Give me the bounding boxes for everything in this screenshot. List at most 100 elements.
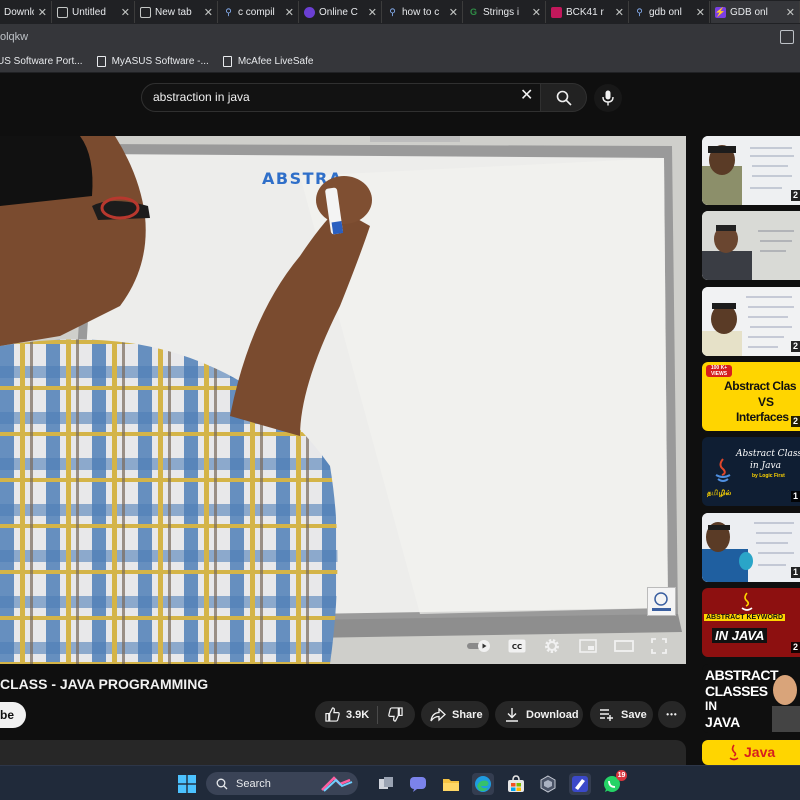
gear-icon xyxy=(545,639,559,653)
recommended-video-thumbnail[interactable]: 2 xyxy=(702,287,800,356)
pen-app-button[interactable] xyxy=(569,773,591,795)
bookmarks-bar: US Software Port... MyASUS Software -...… xyxy=(0,51,800,73)
tab-search-icon[interactable] xyxy=(780,30,794,44)
java-logo-icon xyxy=(729,744,739,761)
close-icon[interactable]: ✕ xyxy=(449,6,458,19)
windows-logo-icon xyxy=(178,775,196,793)
close-icon[interactable]: ✕ xyxy=(368,6,377,19)
subtitles-button[interactable]: CC xyxy=(506,628,528,664)
bookmark-mcafee[interactable]: McAfee LiveSafe xyxy=(222,56,313,67)
tab-untitled[interactable]: Untitled ✕ xyxy=(53,1,135,23)
recommended-video-thumbnail[interactable]: Abstract Classes in Java by Logic First … xyxy=(702,437,800,506)
fullscreen-icon xyxy=(651,638,667,654)
autoplay-icon xyxy=(467,640,490,652)
thumbnail-title-line: Interfaces xyxy=(736,410,789,424)
video-duration: 2 xyxy=(791,190,800,201)
compiler-icon xyxy=(304,6,315,18)
tab-gdb-online[interactable]: ⚡ GDB onl ✕ xyxy=(711,1,800,23)
thumbnail-title-line: ABSTRACT KEYWORD xyxy=(704,614,785,621)
subscribe-label: ibe xyxy=(0,708,14,722)
more-actions-button[interactable]: ••• xyxy=(658,701,686,728)
thumbnail-title-line: Abstract Clas xyxy=(724,379,797,393)
miniplayer-button[interactable] xyxy=(577,628,599,664)
tab-how-to[interactable]: ⚲ how to c ✕ xyxy=(383,1,463,23)
search-input[interactable] xyxy=(153,90,513,104)
search-icon: ⚲ xyxy=(636,6,643,17)
settings-button[interactable] xyxy=(541,628,563,664)
bookmark-myasus[interactable]: MyASUS Software -... xyxy=(96,56,209,67)
voice-search-button[interactable] xyxy=(594,84,622,112)
thumbnail-title-line: in Java xyxy=(750,461,781,471)
folder-icon xyxy=(443,779,459,791)
tab-bck41[interactable]: BCK41 r ✕ xyxy=(547,1,629,23)
recommended-video-thumbnail[interactable]: ABSTRACT CLASSES IN JAVA xyxy=(702,664,800,733)
download-button[interactable]: Download xyxy=(495,701,583,728)
search-box[interactable] xyxy=(141,83,541,112)
channel-watermark[interactable] xyxy=(647,587,676,616)
fullscreen-button[interactable] xyxy=(648,628,670,664)
tab-label: c compil xyxy=(238,6,275,18)
video-duration: 2 xyxy=(791,642,800,653)
like-count[interactable]: 3.9K xyxy=(346,709,369,721)
like-icon[interactable] xyxy=(325,707,340,722)
address-bar[interactable]: olqkw xyxy=(0,24,800,51)
recommended-video-thumbnail[interactable]: Java xyxy=(702,740,800,765)
close-icon[interactable]: ✕ xyxy=(786,6,795,19)
autoplay-toggle[interactable] xyxy=(466,628,492,664)
tab-label: Online C xyxy=(319,6,358,18)
thumbnail-title-line: CLASSES xyxy=(705,683,768,699)
teams-chat-button[interactable] xyxy=(407,773,429,795)
bookmark-asus-portal[interactable]: US Software Port... xyxy=(0,56,83,67)
tab-strings[interactable]: G Strings i ✕ xyxy=(464,1,546,23)
edge-browser-button[interactable] xyxy=(472,773,494,795)
dislike-icon[interactable] xyxy=(388,707,403,722)
bookmark-label: MyASUS Software -... xyxy=(111,56,209,67)
document-icon xyxy=(57,6,68,18)
more-icon: ••• xyxy=(666,710,678,719)
close-icon[interactable]: ✕ xyxy=(121,6,130,19)
notification-badge: 19 xyxy=(616,770,627,781)
app-button[interactable] xyxy=(537,773,559,795)
close-icon[interactable]: ✕ xyxy=(204,6,213,19)
tab-label: Downlo xyxy=(4,6,34,18)
tab-online-compiler[interactable]: Online C ✕ xyxy=(300,1,382,23)
document-icon xyxy=(222,56,232,67)
start-button[interactable] xyxy=(176,773,198,795)
svg-text:CC: CC xyxy=(512,643,522,651)
recommended-video-thumbnail[interactable] xyxy=(702,211,800,280)
tab-label: Untitled xyxy=(72,6,106,18)
microsoft-store-button[interactable] xyxy=(505,773,527,795)
presenter-image xyxy=(772,675,800,732)
tab-new-tab[interactable]: New tab ✕ xyxy=(136,1,218,23)
subscribe-button[interactable]: ibe xyxy=(0,702,26,728)
theater-mode-button[interactable] xyxy=(612,628,636,664)
recommended-video-thumbnail[interactable]: 2 xyxy=(702,136,800,205)
recommended-video-thumbnail[interactable]: 100 K+ VIEWS Abstract Clas VS Interfaces… xyxy=(702,362,800,431)
close-icon[interactable]: ✕ xyxy=(285,6,294,19)
clear-search-icon[interactable]: ✕ xyxy=(520,86,533,106)
recommended-video-thumbnail[interactable]: ABSTRACT KEYWORD IN JAVA 2 xyxy=(702,588,800,657)
closed-captions-icon: CC xyxy=(508,639,526,653)
recommended-video-thumbnail[interactable]: 1 xyxy=(702,513,800,582)
taskbar-search[interactable]: Search xyxy=(206,772,358,795)
close-icon[interactable]: ✕ xyxy=(532,6,541,19)
views-badge: 100 K+ VIEWS xyxy=(706,365,732,377)
task-view-button[interactable] xyxy=(375,773,397,795)
file-explorer-button[interactable] xyxy=(440,773,462,795)
address-text[interactable]: olqkw xyxy=(0,31,28,43)
tab-downloads[interactable]: Downlo ✕ xyxy=(0,1,52,23)
tab-label: GDB onl xyxy=(730,6,768,18)
video-player[interactable]: ABSTRA CC xyxy=(0,136,686,664)
microphone-icon xyxy=(602,90,614,106)
close-icon[interactable]: ✕ xyxy=(615,6,624,19)
share-button[interactable]: Share xyxy=(421,701,489,728)
thumbnail-title-line: ABSTRACT xyxy=(705,667,779,683)
tab-c-compiler[interactable]: ⚲ c compil ✕ xyxy=(219,1,299,23)
close-icon[interactable]: ✕ xyxy=(38,6,47,19)
save-button[interactable]: Save xyxy=(590,701,653,728)
tab-gdb-search[interactable]: ⚲ gdb onl ✕ xyxy=(630,1,710,23)
description-box[interactable] xyxy=(0,740,686,765)
thumbnail-subtitle: by Logic First xyxy=(752,473,785,479)
search-button[interactable] xyxy=(541,83,587,112)
close-icon[interactable]: ✕ xyxy=(696,6,705,19)
